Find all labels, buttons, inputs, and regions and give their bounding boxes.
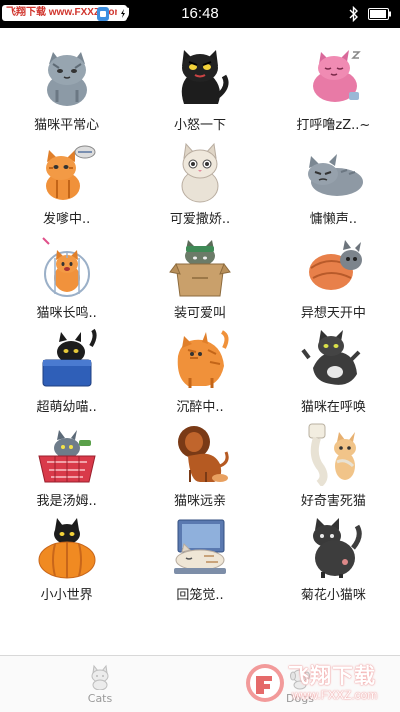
cat-sleeping-laptop-icon bbox=[173, 519, 226, 574]
battery-icon bbox=[368, 8, 391, 20]
tab-cats[interactable]: Cats bbox=[0, 656, 200, 712]
sticker-label: 异想天开中 bbox=[300, 306, 366, 321]
sticker-item[interactable]: 打呼噜zZ..~ bbox=[267, 40, 400, 134]
cat-in-basket-icon bbox=[38, 430, 96, 483]
sticker-item[interactable]: 慵懒声.. bbox=[267, 134, 400, 228]
sticker-item[interactable]: 发嗲中.. bbox=[0, 134, 133, 228]
cat-with-toilet-paper-icon bbox=[308, 423, 357, 486]
sticker-item[interactable]: 小小世界 bbox=[0, 510, 133, 604]
lion-icon bbox=[177, 426, 229, 482]
sticker-label: 猫咪在呼唤 bbox=[300, 400, 366, 415]
watermark-logo-icon bbox=[246, 664, 284, 702]
sticker-label: 小小世界 bbox=[40, 588, 93, 603]
dark-cat-stretch-icon bbox=[301, 330, 361, 385]
pink-cat-sleeping-icon bbox=[313, 50, 362, 102]
sticker-item[interactable]: 超萌幼喵.. bbox=[0, 322, 133, 416]
sticker-item[interactable]: 装可爱叫 bbox=[133, 228, 266, 322]
sticker-label: 发嗲中.. bbox=[43, 212, 91, 227]
sticker-label: 打呼噜zZ..~ bbox=[296, 118, 371, 133]
sticker-item[interactable]: 猫咪远亲 bbox=[133, 416, 266, 510]
sticker-label: 猫咪平常心 bbox=[34, 118, 100, 133]
status-bar: 飞翔下载 www.FXXZ.com 16:48 bbox=[0, 0, 400, 28]
sticker-item[interactable]: 菊花小猫咪 bbox=[267, 510, 400, 604]
sticker-item[interactable]: 回笼觉.. bbox=[133, 510, 266, 604]
sticker-label: 猫咪远亲 bbox=[173, 494, 226, 509]
cat-icon bbox=[91, 664, 109, 690]
watermark-url: www.FXXZ.com bbox=[292, 688, 378, 702]
black-cat-angry-icon bbox=[181, 50, 229, 104]
gray-cat-sitting-icon bbox=[46, 52, 87, 106]
orange-cat-standing-icon bbox=[177, 330, 229, 388]
sticker-label: 沉醉中.. bbox=[176, 400, 224, 415]
tab-label: Cats bbox=[87, 691, 113, 705]
sticker-label: 可爱撒娇.. bbox=[169, 212, 231, 227]
sticker-label: 我是汤姆.. bbox=[36, 494, 97, 509]
sticker-item[interactable]: 异想天开中 bbox=[267, 228, 400, 322]
sticker-item[interactable]: 小怒一下 bbox=[133, 40, 266, 134]
watermark: 飞翔下载 www.FXXZ.com bbox=[244, 660, 394, 708]
dark-cat-back-icon bbox=[313, 518, 363, 578]
sticker-label: 小怒一下 bbox=[173, 118, 226, 133]
bluetooth-icon bbox=[349, 6, 358, 22]
sticker-label: 猫咪长鸣.. bbox=[36, 306, 97, 321]
cat-curled-icon bbox=[309, 240, 363, 290]
sticker-label: 超萌幼喵.. bbox=[36, 400, 97, 415]
black-cat-in-box-icon bbox=[42, 328, 97, 387]
sticker-label: 菊花小猫咪 bbox=[300, 588, 366, 603]
white-cat-sitting-icon bbox=[181, 142, 219, 203]
gray-cat-lying-icon bbox=[308, 154, 364, 196]
sticker-item[interactable]: 猫咪平常心 bbox=[0, 40, 133, 134]
sticker-item[interactable]: 猫咪长鸣.. bbox=[0, 228, 133, 322]
orange-cat-cage-icon bbox=[41, 237, 90, 297]
cat-in-box-icon bbox=[169, 240, 231, 297]
sticker-label: 慵懒声.. bbox=[309, 212, 357, 227]
sticker-item[interactable]: 沉醉中.. bbox=[133, 322, 266, 416]
sticker-label: 回笼觉.. bbox=[176, 588, 224, 603]
cat-in-pumpkin-icon bbox=[38, 518, 96, 579]
watermark-title: 飞翔下载 bbox=[288, 664, 376, 688]
sticker-item[interactable]: 可爱撒娇.. bbox=[133, 134, 266, 228]
sticker-item[interactable]: 好奇害死猫 bbox=[267, 416, 400, 510]
sticker-label: 好奇害死猫 bbox=[300, 494, 366, 509]
orange-cat-fish-icon bbox=[45, 145, 96, 200]
sticker-item[interactable]: 猫咪在呼唤 bbox=[267, 322, 400, 416]
sticker-grid: 猫咪平常心 小怒一下 打呼噜zZ..~ 发嗲中.. 可爱撒娇.. 慵懒声.. 猫… bbox=[0, 40, 400, 604]
clock: 16:48 bbox=[181, 5, 219, 22]
sticker-label: 装可爱叫 bbox=[173, 306, 226, 321]
sticker-item[interactable]: 我是汤姆.. bbox=[0, 416, 133, 510]
